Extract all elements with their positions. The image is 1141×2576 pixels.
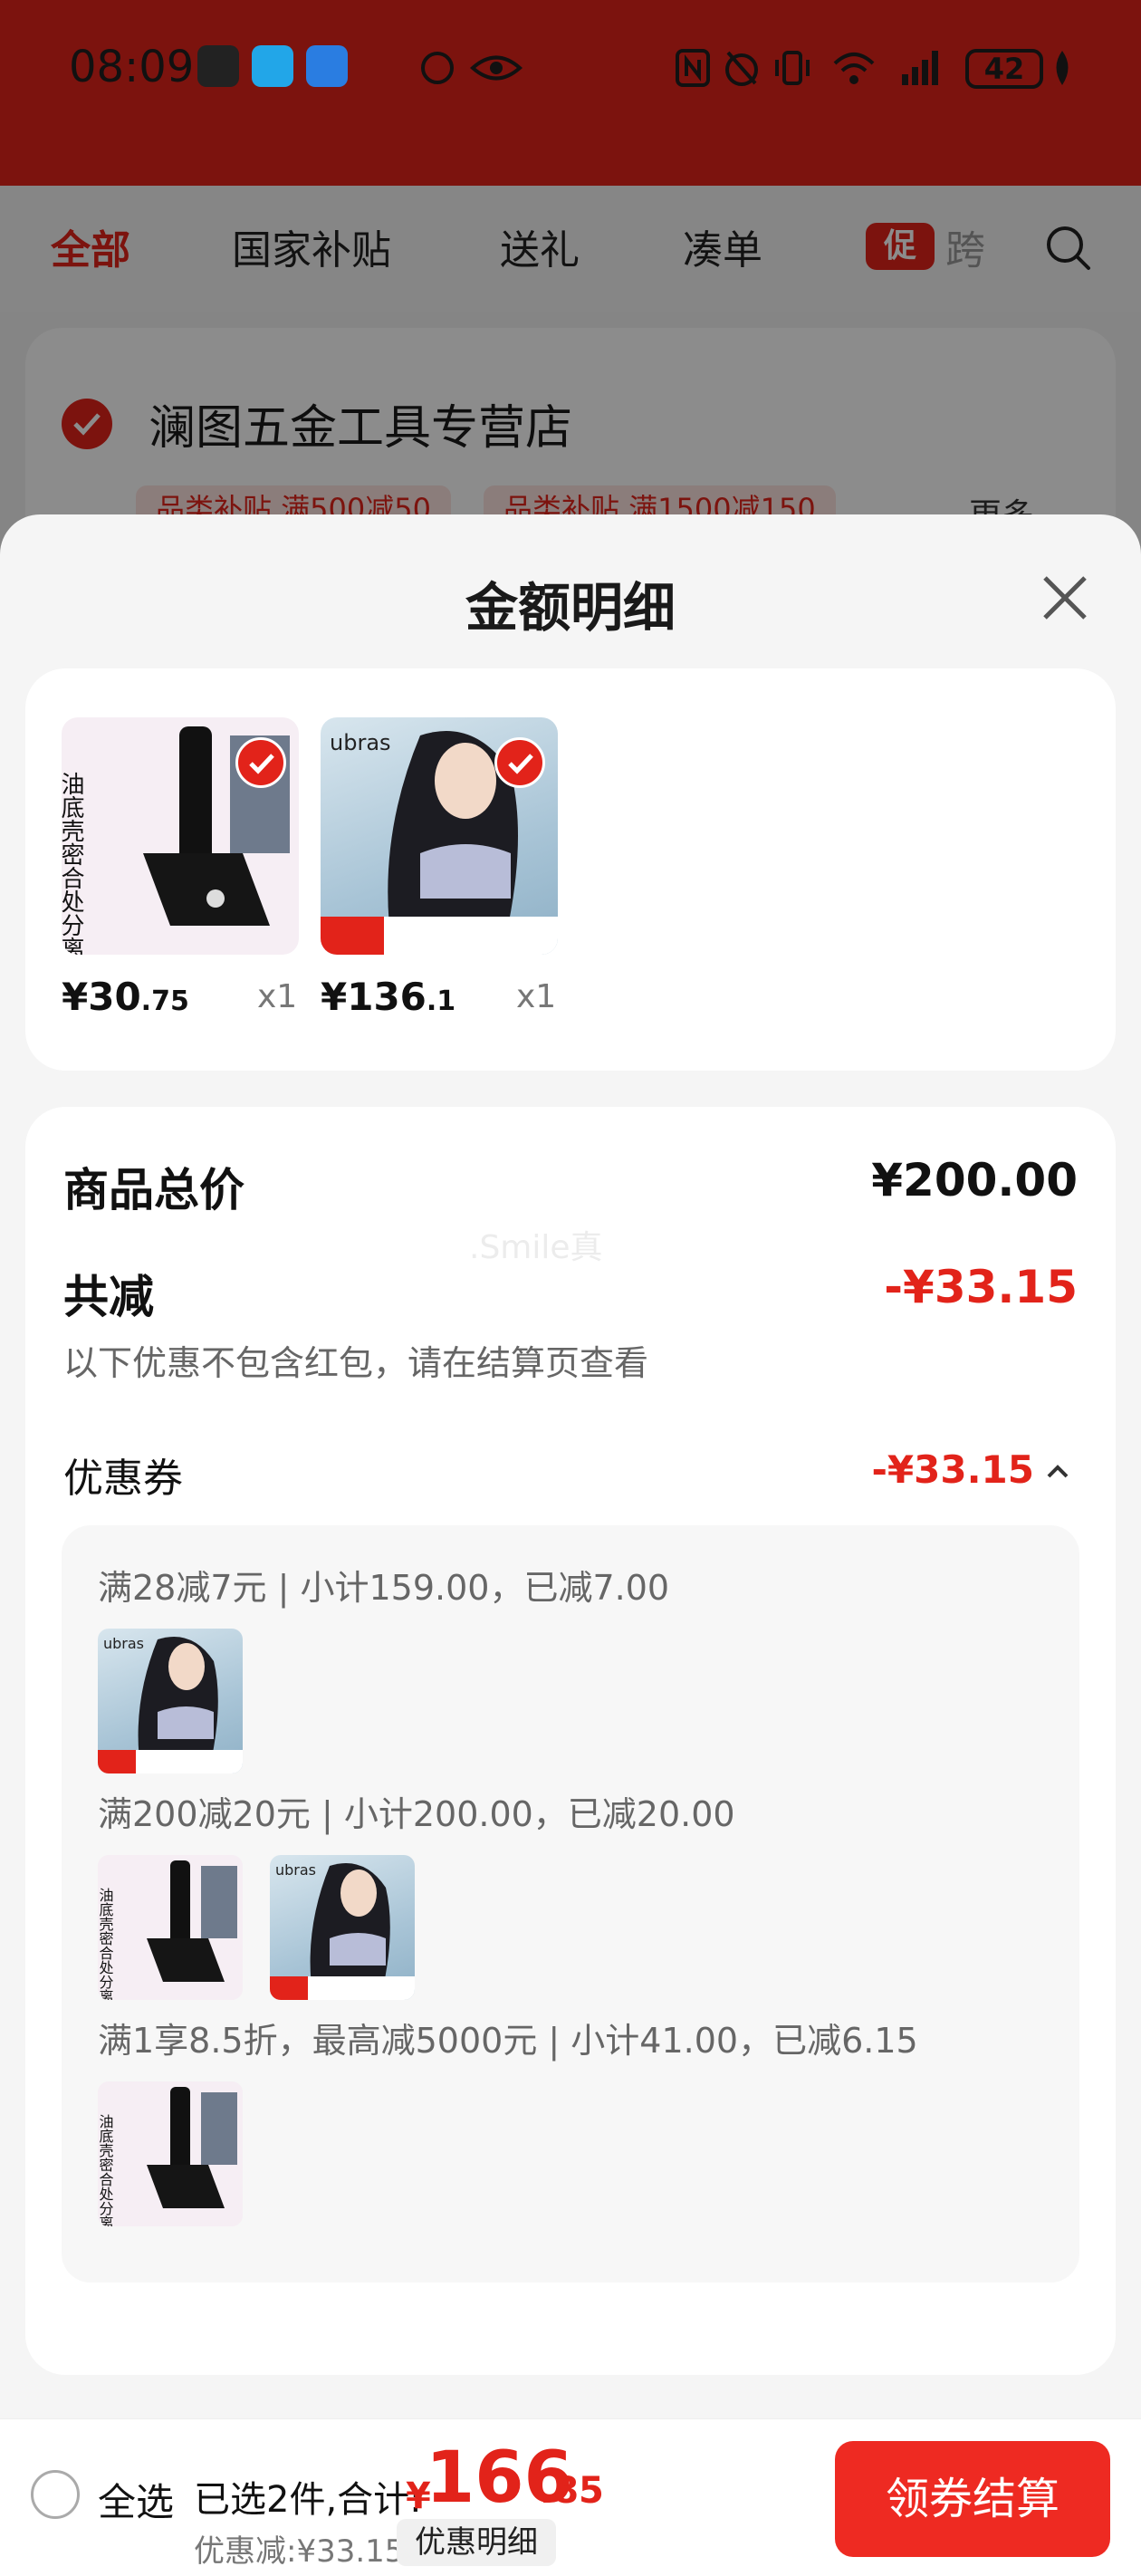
discount-note: 以下优惠不包含红包，请在结算页查看 bbox=[63, 1343, 649, 1383]
coupon-item-thumbnail: 油底壳密合处分离器 bbox=[98, 2081, 243, 2226]
coupon-item-thumbnail: ubras bbox=[98, 1629, 243, 1773]
coupon-rule-text: 满200减20元 | 小计200.00，已减20.00 bbox=[98, 1794, 735, 1834]
chevron-up-icon[interactable] bbox=[1045, 1462, 1070, 1480]
svg-text:油底壳密合处分离器: 油底壳密合处分离器 bbox=[98, 2114, 114, 2226]
total-price-label: 商品总价 bbox=[63, 1164, 244, 1216]
select-all-checkbox[interactable] bbox=[31, 2470, 80, 2519]
signal-icon bbox=[898, 45, 944, 91]
app-icon bbox=[306, 45, 348, 87]
svg-text:ubras: ubras bbox=[275, 1861, 316, 1879]
data-saver-icon bbox=[415, 45, 460, 91]
status-time: 08:09 bbox=[69, 42, 195, 92]
product-quantity: x1 bbox=[516, 978, 557, 1015]
discount-detail-button[interactable]: 优惠明细 bbox=[397, 2519, 556, 2566]
app-icon bbox=[252, 45, 293, 87]
watermark: .Smile真 bbox=[469, 1229, 603, 1266]
coupon-label[interactable]: 优惠券 bbox=[63, 1446, 183, 1504]
close-button[interactable] bbox=[1032, 565, 1098, 630]
svg-text:ubras: ubras bbox=[103, 1635, 144, 1652]
eye-icon bbox=[469, 45, 523, 91]
alarm-icon bbox=[719, 45, 764, 91]
sheet-title: 金额明细 bbox=[465, 577, 676, 639]
coupon-item-thumbnail: 油底壳密合处分离器 bbox=[98, 1855, 243, 2000]
product-thumbnail[interactable]: 油底壳密合处分离器 bbox=[62, 717, 299, 955]
close-icon bbox=[1043, 576, 1087, 620]
product-price: ¥136.1 bbox=[321, 975, 456, 1019]
nfc-icon bbox=[670, 45, 715, 91]
battery-indicator: 42 bbox=[965, 49, 1043, 89]
discount-value: -¥33.15 bbox=[884, 1261, 1078, 1313]
total-amount-decimal: .85 bbox=[540, 2470, 604, 2512]
coupon-rule-text: 满28减7元 | 小计159.00，已减7.00 bbox=[98, 1568, 670, 1608]
discount-label: 共减 bbox=[63, 1271, 154, 1323]
select-all-label[interactable]: 全选 bbox=[98, 2472, 174, 2527]
selection-summary: 已选2件,合计: bbox=[194, 2479, 422, 2521]
product-quantity: x1 bbox=[257, 978, 298, 1015]
leaf-icon bbox=[1050, 45, 1074, 91]
product-thumbnail[interactable]: ubras bbox=[321, 717, 558, 955]
selected-check-icon bbox=[235, 737, 286, 788]
qq-icon bbox=[197, 45, 239, 87]
coupon-value[interactable]: -¥33.15 bbox=[871, 1447, 1034, 1492]
product-price: ¥30.75 bbox=[62, 975, 189, 1019]
discount-summary: 优惠减:¥33.15 bbox=[194, 2533, 405, 2570]
vibrate-icon bbox=[770, 45, 815, 91]
svg-text:油底壳密合处分离器: 油底壳密合处分离器 bbox=[98, 1888, 114, 2000]
checkout-button[interactable]: 领券结算 bbox=[835, 2441, 1110, 2557]
cart-page: 全部 国家补贴 送礼 凑单 促 跨 澜图五金工具专营店 品类补贴 满500减50… bbox=[0, 0, 1141, 2576]
coupon-rules-box: 满28减7元 | 小计159.00，已减7.00 ubras 满200减20元 … bbox=[62, 1525, 1079, 2283]
amount-detail-sheet: 金额明细 油底壳密合处分离器 ¥30.75 x1 ubras bbox=[0, 514, 1141, 2576]
svg-text:ubras: ubras bbox=[330, 730, 391, 755]
status-bar: 08:09 42 bbox=[0, 36, 1141, 103]
summary-card: 商品总价 ¥200.00 共减 -¥33.15 以下优惠不包含红包，请在结算页查… bbox=[25, 1107, 1116, 2375]
selected-check-icon bbox=[494, 737, 545, 788]
checkout-bar: 全选 已选2件,合计: ¥ 166 .85 优惠减:¥33.15 优惠明细 领券… bbox=[0, 2418, 1141, 2576]
coupon-rule-text: 满1享8.5折，最高减5000元 | 小计41.00，已减6.15 bbox=[98, 2021, 918, 2061]
wifi-icon bbox=[831, 45, 877, 91]
total-price-value: ¥200.00 bbox=[871, 1154, 1078, 1206]
coupon-item-thumbnail: ubras bbox=[270, 1855, 415, 2000]
svg-text:油底壳密合处分离器: 油底壳密合处分离器 bbox=[62, 772, 84, 955]
